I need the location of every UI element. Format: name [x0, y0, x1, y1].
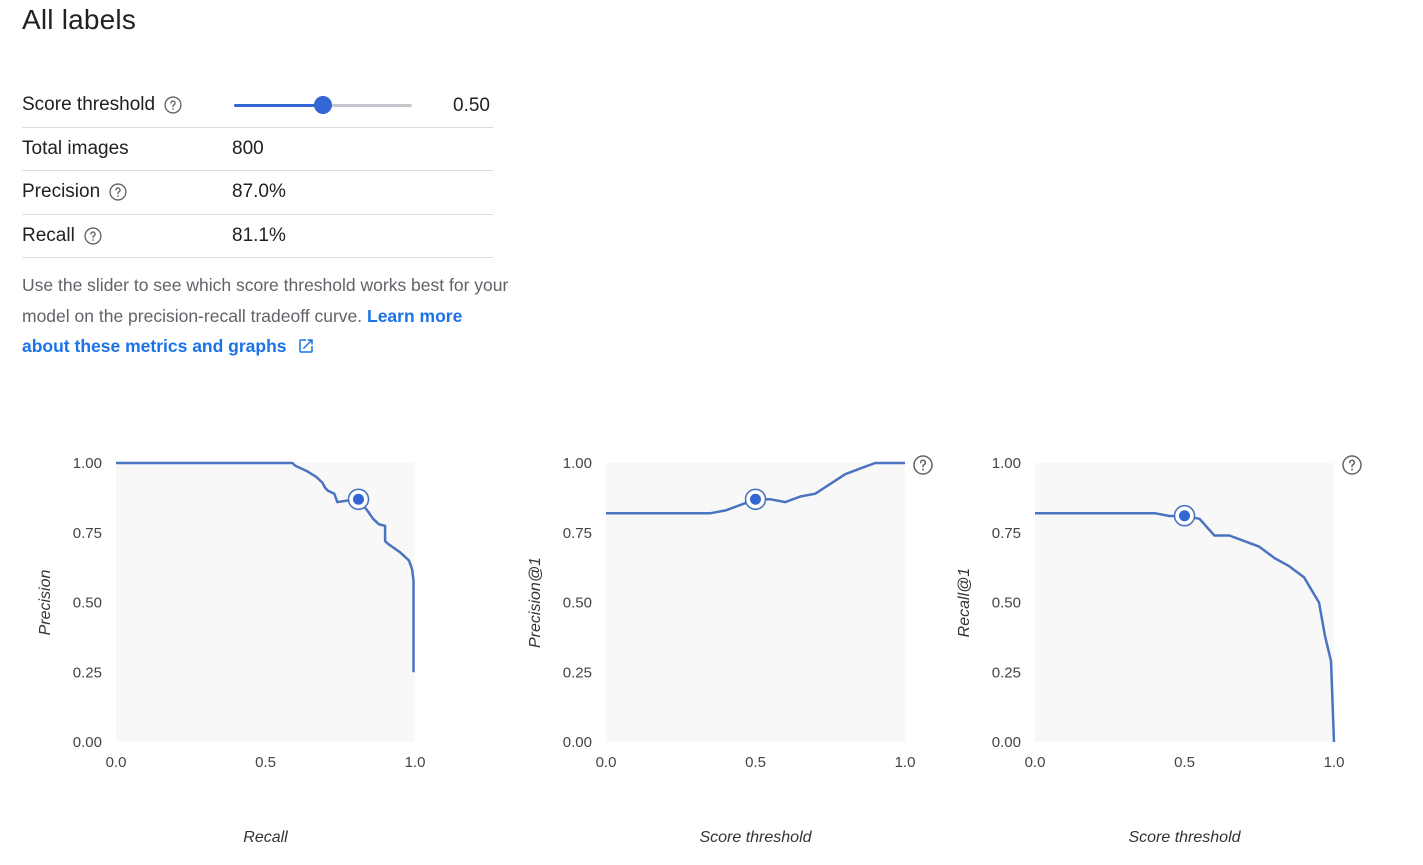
threshold-marker: [1179, 510, 1190, 522]
threshold-marker: [750, 493, 761, 505]
threshold-marker: [352, 493, 364, 505]
y-axis-title: Recall@1: [956, 568, 973, 638]
plot-area: [1035, 463, 1334, 742]
y-tick-label: 0.75: [563, 525, 592, 542]
y-axis-title: Precision: [37, 570, 54, 636]
chart-3: 0.00 0.25 0.50 0.75 1.00 0.0 0.5 1.0 Score thres…: [956, 455, 1362, 846]
y-tick-label: 0.00: [563, 734, 592, 751]
x-tick-label: 0.0: [106, 754, 127, 771]
plot-area: [116, 463, 415, 742]
y-tick-label: 0.50: [992, 595, 1021, 612]
y-tick-label: 1.00: [992, 455, 1021, 472]
help-icon-mark: [919, 459, 927, 468]
y-tick-label: 0.00: [73, 734, 102, 751]
y-tick-label: 0.75: [992, 525, 1021, 542]
y-tick-label: 0.00: [992, 734, 1021, 751]
y-tick-label: 0.25: [563, 664, 592, 681]
chart-2: 0.00 0.25 0.50 0.75 1.00 0.0 0.5 1.0 Score thres…: [527, 455, 933, 846]
x-tick-label: 1.0: [895, 754, 916, 771]
y-axis-title: Precision@1: [527, 557, 544, 648]
y-tick-label: 0.50: [563, 595, 592, 612]
x-tick-label: 0.5: [255, 754, 276, 771]
y-tick-label: 1.00: [563, 455, 592, 472]
x-axis-title: Recall: [243, 829, 288, 846]
y-tick-label: 0.25: [992, 664, 1021, 681]
y-tick-label: 0.75: [73, 525, 102, 542]
y-tick-label: 1.00: [73, 455, 102, 472]
x-axis-title: Score threshold: [699, 829, 812, 846]
x-axis-title: Score threshold: [1128, 829, 1241, 846]
x-tick-label: 1.0: [405, 754, 426, 771]
x-tick-label: 0.5: [745, 754, 766, 771]
x-tick-label: 0.5: [1174, 754, 1195, 771]
y-tick-label: 0.50: [73, 595, 102, 612]
help-icon[interactable]: [913, 455, 933, 475]
x-tick-label: 1.0: [1324, 754, 1345, 771]
help-icon[interactable]: [1342, 455, 1362, 475]
help-icon-dot: [922, 468, 924, 471]
y-tick-label: 0.25: [73, 664, 102, 681]
help-icon-dot: [1351, 468, 1353, 471]
help-icon-mark: [1348, 459, 1356, 468]
x-tick-label: 0.0: [1025, 754, 1046, 771]
chart-1: 0.00 0.25 0.50 0.75 1.00 0.0 0.5 1.0 Recall Preci…: [37, 455, 425, 846]
charts-area: 0.00 0.25 0.50 0.75 1.00 0.0 0.5 1.0 Recall Preci…: [37, 455, 1362, 846]
x-tick-label: 0.0: [596, 754, 617, 771]
